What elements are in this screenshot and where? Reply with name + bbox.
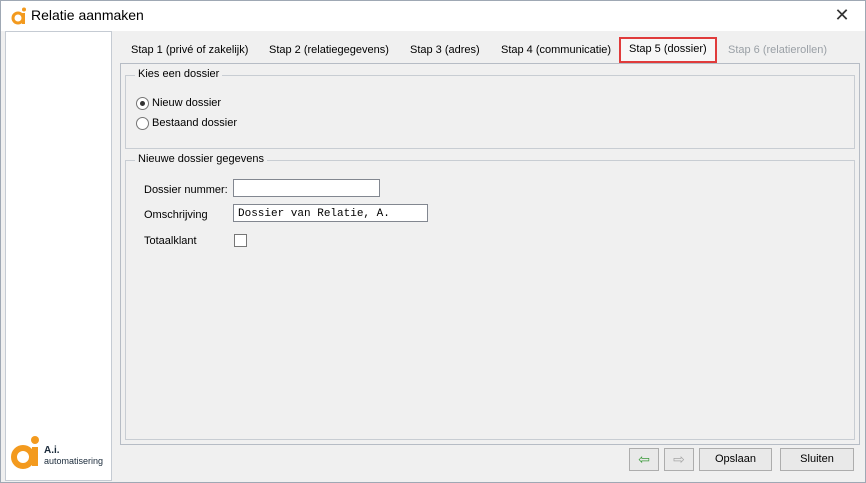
ai-logo-icon bbox=[11, 436, 39, 469]
tab-step-5[interactable]: Stap 5 (dossier) bbox=[619, 37, 717, 63]
total-client-checkbox[interactable] bbox=[234, 234, 247, 247]
tab-step-1[interactable]: Stap 1 (privé of zakelijk) bbox=[131, 39, 248, 61]
arrow-left-icon: ⇦ bbox=[638, 451, 650, 467]
tab-step-3[interactable]: Stap 3 (adres) bbox=[410, 39, 480, 61]
close-icon: ✕ bbox=[834, 5, 850, 25]
forward-button: ⇨ bbox=[664, 448, 694, 471]
tab-step-6: Stap 6 (relatierollen) bbox=[728, 44, 828, 56]
group-legend: Kies een dossier bbox=[135, 68, 223, 80]
radio-unselected-icon bbox=[136, 117, 149, 130]
total-client-label: Totaalklant bbox=[144, 235, 197, 247]
tab-step-4[interactable]: Stap 4 (communicatie) bbox=[501, 39, 611, 61]
radio-label: Bestaand dossier bbox=[152, 117, 237, 129]
group-legend: Nieuwe dossier gegevens bbox=[135, 153, 267, 165]
ai-logo-icon bbox=[11, 7, 26, 25]
close-button[interactable]: Sluiten bbox=[780, 448, 854, 471]
sidebar: A.i. automatisering bbox=[5, 31, 112, 481]
title-bar: Relatie aanmaken ✕ bbox=[1, 1, 865, 31]
save-button[interactable]: Opslaan bbox=[699, 448, 772, 471]
tab-step-2[interactable]: Stap 2 (relatiegegevens) bbox=[269, 39, 389, 61]
brand-tagline: automatisering bbox=[44, 456, 104, 466]
arrow-right-icon: ⇨ bbox=[673, 451, 685, 467]
brand-logo: A.i. automatisering bbox=[10, 434, 110, 472]
back-button[interactable]: ⇦ bbox=[629, 448, 659, 471]
description-label: Omschrijving bbox=[144, 209, 208, 221]
dossier-number-input[interactable] bbox=[233, 179, 380, 197]
new-dossier-group: Nieuwe dossier gegevens Dossier nummer: … bbox=[125, 153, 855, 440]
wizard-tabs: Stap 1 (privé of zakelijk) Stap 2 (relat… bbox=[119, 37, 859, 63]
dossier-number-label: Dossier nummer: bbox=[144, 184, 228, 196]
choose-dossier-group: Kies een dossier Nieuw dossier Bestaand … bbox=[125, 68, 855, 149]
dialog-window: Relatie aanmaken ✕ A.i. automatisering S… bbox=[0, 0, 866, 483]
close-window-button[interactable]: ✕ bbox=[819, 1, 865, 31]
brand-name: A.i. bbox=[44, 445, 60, 456]
description-input[interactable]: Dossier van Relatie, A. bbox=[233, 204, 428, 222]
radio-label: Nieuw dossier bbox=[152, 97, 222, 109]
window-title: Relatie aanmaken bbox=[31, 7, 144, 23]
tab-content-panel: Kies een dossier Nieuw dossier Bestaand … bbox=[120, 63, 860, 445]
radio-selected-icon bbox=[136, 97, 149, 110]
